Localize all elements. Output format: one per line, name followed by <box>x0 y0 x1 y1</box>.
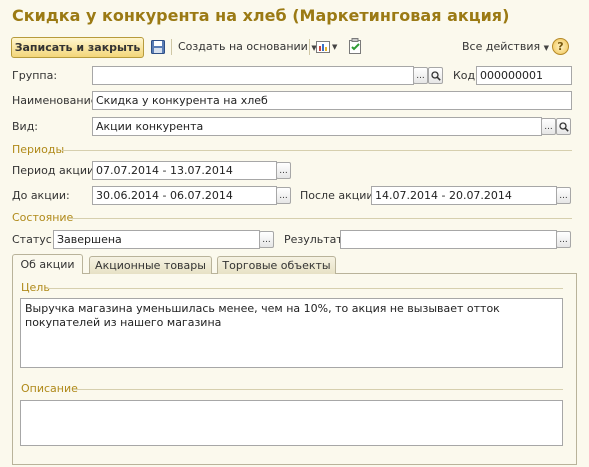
code-label: Код: <box>453 69 479 82</box>
toolbar-separator <box>171 39 172 55</box>
result-label: Результат: <box>284 233 347 246</box>
state-section-title: Состояние <box>12 211 74 224</box>
group-field[interactable] <box>92 66 414 85</box>
magnifier-icon[interactable] <box>428 67 443 84</box>
description-textarea[interactable] <box>20 400 563 446</box>
create-based-on-menu[interactable]: Создать на основании ▼ <box>178 40 317 53</box>
all-actions-label: Все действия <box>462 40 541 53</box>
name-field[interactable]: Скидка у конкурента на хлеб <box>92 91 572 110</box>
tab-about[interactable]: Об акции <box>12 254 83 274</box>
report-icon[interactable] <box>315 39 331 55</box>
after-label: После акции: <box>300 189 378 202</box>
status-select-button[interactable]: ... <box>259 231 274 248</box>
all-actions-menu[interactable]: Все действия ▼ <box>462 40 549 53</box>
status-label: Статус: <box>12 233 56 246</box>
toolbar-separator <box>309 39 310 55</box>
code-field[interactable]: 000000001 <box>476 66 572 85</box>
save-and-close-button[interactable]: Записать и закрыть <box>11 37 144 58</box>
name-label: Наименование: <box>12 94 102 107</box>
help-icon: ? <box>557 40 564 53</box>
group-select-button[interactable]: ... <box>413 67 428 84</box>
section-divider <box>73 389 563 390</box>
period-label: Период акции: <box>12 164 98 177</box>
kind-field[interactable]: Акции конкурента <box>92 117 542 136</box>
before-label: До акции: <box>12 189 70 202</box>
section-divider <box>48 288 563 289</box>
before-select-button[interactable]: ... <box>276 187 291 204</box>
clipboard-icon[interactable] <box>347 38 363 54</box>
kind-label: Вид: <box>12 120 39 133</box>
tab-promo-goods[interactable]: Акционные товары <box>89 256 212 274</box>
save-icon[interactable] <box>150 39 166 55</box>
description-section-title: Описание <box>21 382 78 395</box>
period-field[interactable]: 07.07.2014 - 13.07.2014 <box>92 161 277 180</box>
kind-select-button[interactable]: ... <box>541 118 556 135</box>
goal-section-title: Цель <box>21 281 50 294</box>
section-divider <box>62 150 572 151</box>
section-divider <box>70 218 572 219</box>
window-title: Скидка у конкурента на хлеб (Маркетингов… <box>12 6 510 25</box>
before-field[interactable]: 30.06.2014 - 06.07.2014 <box>92 186 277 205</box>
create-based-on-label: Создать на основании <box>178 40 308 53</box>
periods-section-title: Периоды <box>12 143 65 156</box>
status-field[interactable]: Завершена <box>53 230 260 249</box>
help-button[interactable]: ? <box>552 38 569 55</box>
group-label: Группа: <box>12 69 58 82</box>
goal-textarea[interactable]: Выручка магазина уменьшилась менее, чем … <box>20 298 563 368</box>
after-field[interactable]: 14.07.2014 - 20.07.2014 <box>371 186 557 205</box>
chevron-down-icon[interactable]: ▼ <box>332 43 337 51</box>
magnifier-icon[interactable] <box>556 118 571 135</box>
after-select-button[interactable]: ... <box>556 187 571 204</box>
period-select-button[interactable]: ... <box>276 162 291 179</box>
result-field[interactable] <box>340 230 557 249</box>
chevron-down-icon: ▼ <box>543 44 549 52</box>
result-select-button[interactable]: ... <box>556 231 571 248</box>
tab-stores[interactable]: Торговые объекты <box>217 256 336 274</box>
